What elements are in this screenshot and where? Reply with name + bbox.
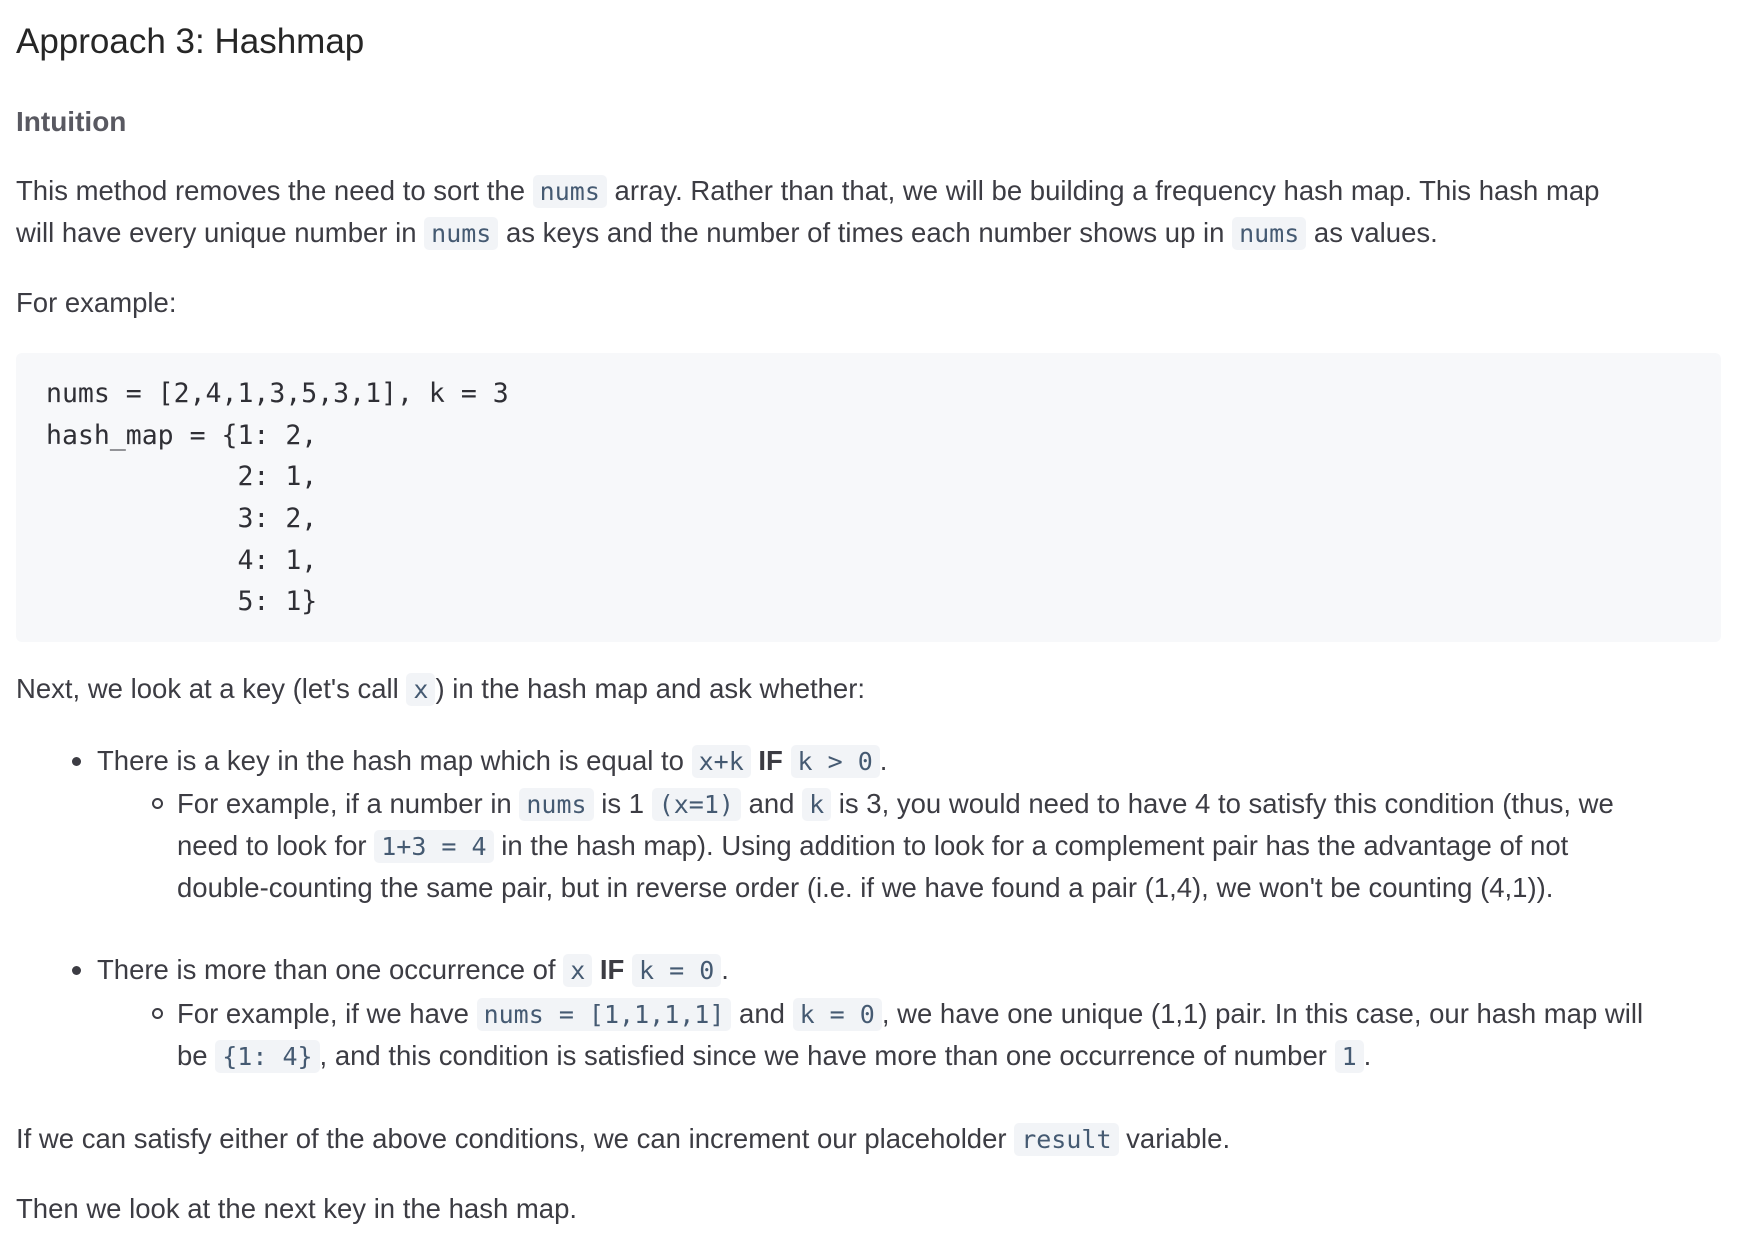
- inline-code: k = 0: [792, 998, 882, 1031]
- sub-item-1-line-1: For example, if a number in nums is 1 (x…: [177, 783, 1614, 826]
- code-line: 2: 1,: [46, 461, 318, 492]
- text: is 3, you would need to have 4 to satisf…: [831, 788, 1614, 819]
- inline-code: k = 0: [632, 954, 722, 987]
- inline-code: nums: [532, 175, 607, 208]
- next-paragraph: Next, we look at a key (let's call x) in…: [16, 668, 865, 711]
- text: There is more than one occurrence of: [97, 954, 564, 985]
- example-label: For example:: [16, 287, 177, 318]
- inline-code: x: [406, 673, 436, 706]
- final-paragraph: Then we look at the next key in the hash…: [16, 1193, 578, 1224]
- inline-code: nums = [1,1,1,1]: [476, 998, 732, 1031]
- inline-code: nums: [424, 217, 499, 250]
- text: will have every unique number in: [16, 217, 425, 248]
- inline-code: 1: [1334, 1040, 1364, 1073]
- text: There is a key in the hash map which is …: [97, 745, 692, 776]
- text: For example, if a number in: [177, 788, 520, 819]
- text: array. Rather than that, we will be buil…: [606, 175, 1600, 206]
- text: , and this condition is satisfied since …: [319, 1040, 1335, 1071]
- text: is 1: [593, 788, 652, 819]
- text: in the hash map). Using addition to look…: [493, 830, 1569, 861]
- sub-bullet-circle: [152, 1008, 163, 1019]
- keyword: IF: [599, 954, 625, 985]
- text: need to look for: [177, 830, 375, 861]
- text: If we can satisfy either of the above co…: [16, 1123, 1015, 1154]
- inline-code: (x=1): [651, 788, 741, 821]
- bullet-dot: [72, 966, 81, 975]
- article: Approach 3: Hashmap Intuition This metho…: [0, 0, 1742, 1260]
- text: ) in the hash map and ask whether:: [435, 673, 866, 704]
- text: as values.: [1306, 217, 1438, 248]
- code-line: 5: 1}: [46, 586, 318, 617]
- text: , we have one unique (1,1) pair. In this…: [881, 998, 1644, 1029]
- conclusion-paragraph: If we can satisfy either of the above co…: [16, 1118, 1230, 1161]
- text: This method removes the need to sort the: [16, 175, 533, 206]
- code-line: nums = [2,4,1,3,5,3,1], k = 3: [46, 378, 509, 409]
- bullet-item-1: There is a key in the hash map which is …: [97, 740, 887, 783]
- keyword: IF: [758, 745, 783, 776]
- sub-item-1-line-2: need to look for 1+3 = 4 in the hash map…: [177, 825, 1568, 868]
- intro-line-1: This method removes the need to sort the…: [16, 170, 1599, 213]
- code-line: 3: 2,: [46, 503, 318, 534]
- inline-code: result: [1014, 1123, 1119, 1156]
- code-line: 4: 1,: [46, 545, 318, 576]
- inline-code: nums: [1232, 217, 1307, 250]
- text: For example, if we have: [177, 998, 477, 1029]
- inline-code: k: [802, 788, 832, 821]
- text: variable.: [1118, 1123, 1231, 1154]
- sub-bullet-circle: [152, 798, 163, 809]
- inline-code: 1+3 = 4: [374, 830, 494, 863]
- code-line: hash_map = {1: 2,: [46, 420, 318, 451]
- inline-code: k > 0: [790, 745, 880, 778]
- inline-code: x: [563, 954, 593, 987]
- sub-item-1-line-3: double-counting the same pair, but in re…: [177, 872, 1554, 903]
- text: Next, we look at a key (let's call: [16, 673, 407, 704]
- text: .: [1363, 1040, 1372, 1071]
- section-heading: Intuition: [16, 106, 127, 137]
- page-title: Approach 3: Hashmap: [16, 22, 365, 61]
- bullet-dot: [72, 757, 81, 766]
- text: be: [177, 1040, 216, 1071]
- text: and: [731, 998, 793, 1029]
- sub-item-2-line-2: be {1: 4}, and this condition is satisfi…: [177, 1035, 1371, 1078]
- text: and: [740, 788, 803, 819]
- bullet-item-2: There is more than one occurrence of x I…: [97, 949, 729, 992]
- inline-code: x+k: [691, 745, 751, 778]
- inline-code: {1: 4}: [215, 1040, 320, 1073]
- text: .: [721, 954, 729, 985]
- intro-line-2: will have every unique number in nums as…: [16, 212, 1438, 255]
- text: .: [879, 745, 888, 776]
- code-block: nums = [2,4,1,3,5,3,1], k = 3 hash_map =…: [16, 353, 1721, 642]
- text: as keys and the number of times each num…: [498, 217, 1233, 248]
- inline-code: nums: [519, 788, 594, 821]
- sub-item-2-line-1: For example, if we have nums = [1,1,1,1]…: [177, 993, 1643, 1036]
